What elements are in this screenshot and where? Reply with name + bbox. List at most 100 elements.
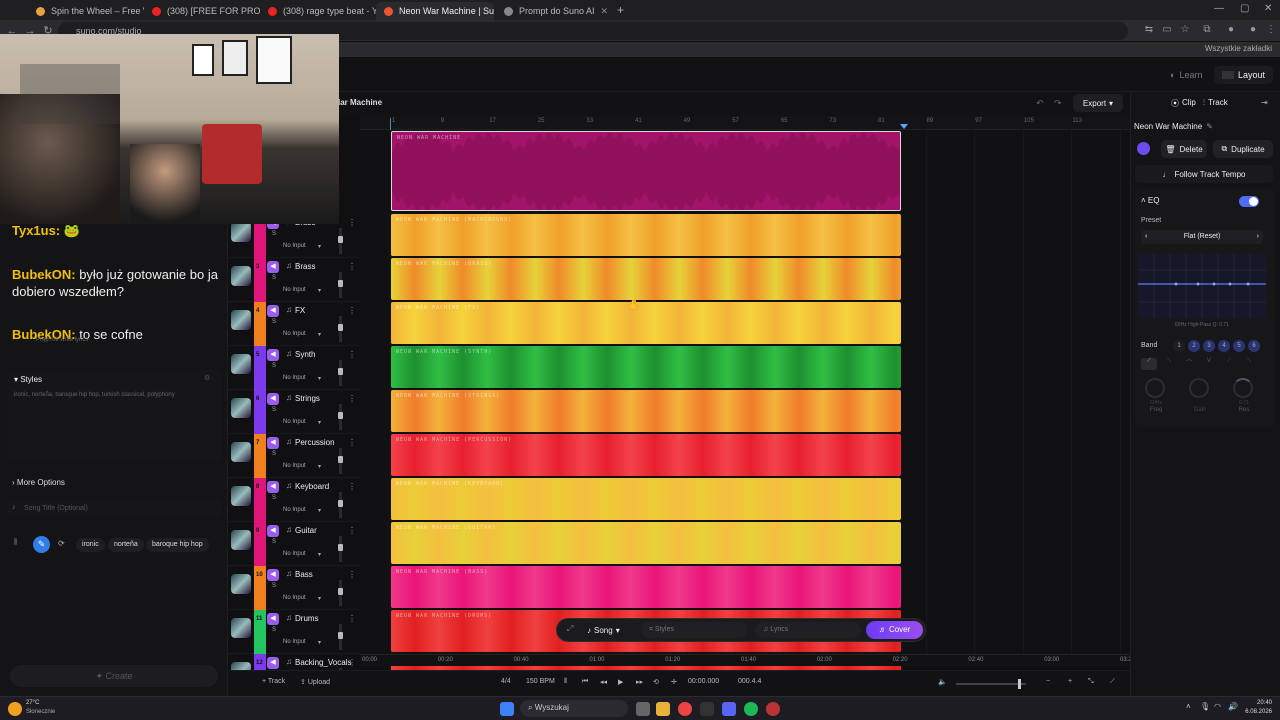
res-knob[interactable]: [1233, 378, 1253, 398]
styles-settings-icon[interactable]: ⚙: [204, 374, 210, 382]
clip-color-swatch[interactable]: [1137, 142, 1150, 155]
extensions-icon[interactable]: ⧉: [1200, 24, 1214, 38]
solo-button[interactable]: S: [272, 319, 276, 325]
export-button[interactable]: Export ▾: [1073, 94, 1123, 112]
track-row[interactable]: 9 ◀ ♫ Guitar ⋮ S No Input ▾: [228, 522, 360, 566]
band-button[interactable]: 6: [1248, 340, 1260, 352]
bookmark-star-icon[interactable]: ☆: [1178, 24, 1192, 38]
input-select[interactable]: No Input: [283, 507, 306, 513]
track-menu-icon[interactable]: ⋮: [348, 526, 356, 535]
solo-button[interactable]: S: [272, 495, 276, 501]
track-name[interactable]: Strings: [295, 394, 320, 403]
lyrics-hint[interactable]: Prep me write lyrics: [36, 337, 88, 343]
undo-icon[interactable]: ↶: [1036, 98, 1044, 109]
stem-clip[interactable]: NEON WAR MACHINE (BASS): [391, 566, 901, 608]
track-name[interactable]: Drums: [295, 614, 319, 623]
solo-button[interactable]: S: [272, 275, 276, 281]
fader-handle[interactable]: [338, 324, 343, 331]
track-row[interactable]: 7 ◀ ♫ Percussion ⋮ S No Input ▾: [228, 434, 360, 478]
band-button[interactable]: 4: [1218, 340, 1230, 352]
weather-icon[interactable]: [8, 702, 22, 716]
speaker-icon[interactable]: ◀: [267, 569, 279, 581]
gain-knob[interactable]: [1189, 378, 1209, 398]
fader-handle[interactable]: [338, 236, 343, 243]
clip-tab[interactable]: ⦿ Clip: [1171, 98, 1196, 109]
track-thumbnail[interactable]: [231, 486, 251, 506]
style-chip[interactable]: norteña: [108, 538, 144, 552]
track-menu-icon[interactable]: ⋮: [348, 438, 356, 447]
track-menu-icon[interactable]: ⋮: [348, 262, 356, 271]
chevron-down-icon[interactable]: ▾: [318, 331, 321, 338]
fader-handle[interactable]: [338, 588, 343, 595]
delete-button[interactable]: 🗑 Delete: [1161, 140, 1207, 158]
zoom-fit-icon[interactable]: ⤡: [1088, 678, 1094, 686]
song-mode-select[interactable]: ♪ Song ▾: [587, 623, 620, 637]
solo-button[interactable]: S: [272, 407, 276, 413]
wand-icon[interactable]: ✎: [33, 536, 50, 553]
fader-handle[interactable]: [338, 500, 343, 507]
solo-button[interactable]: S: [272, 363, 276, 369]
chevron-down-icon[interactable]: ▾: [318, 287, 321, 294]
fader-handle[interactable]: [338, 544, 343, 551]
track-menu-icon[interactable]: ⋮: [348, 614, 356, 623]
input-select[interactable]: No Input: [283, 639, 306, 645]
speaker-icon[interactable]: ◀: [267, 393, 279, 405]
eq-switch[interactable]: [1239, 196, 1259, 207]
track-volume-fader[interactable]: [338, 624, 343, 650]
stem-clip[interactable]: NEON WAR MACHINE (STRINGS): [391, 390, 901, 432]
zoom-in-icon[interactable]: +: [1068, 678, 1072, 685]
chevron-down-icon[interactable]: ▾: [318, 375, 321, 382]
track-name[interactable]: Guitar: [295, 526, 317, 535]
track-menu-icon[interactable]: ⋮: [348, 306, 356, 315]
track-volume-fader[interactable]: [338, 492, 343, 518]
track-name[interactable]: Keyboard: [295, 482, 329, 491]
fast-forward-icon[interactable]: ▸▸: [636, 678, 643, 686]
track-row[interactable]: 5 ◀ ♫ Synth ⋮ S No Input ▾: [228, 346, 360, 390]
task-view-icon[interactable]: [636, 702, 650, 716]
tray-chevron-icon[interactable]: ˄: [1186, 702, 1191, 711]
minimize-icon[interactable]: —: [1214, 3, 1224, 14]
metronome-icon[interactable]: ⦀: [564, 678, 567, 686]
chevron-down-icon[interactable]: ▾: [318, 595, 321, 602]
cover-button[interactable]: ♬ Cover: [866, 621, 923, 639]
close-tab-icon[interactable]: ✕: [601, 6, 609, 17]
follow-tempo-button[interactable]: ♩ Follow Track Tempo: [1135, 165, 1273, 183]
profile-icon[interactable]: ●: [1224, 24, 1238, 38]
input-select[interactable]: No Input: [283, 595, 306, 601]
track-name[interactable]: FX: [295, 306, 305, 315]
track-volume-fader[interactable]: [338, 536, 343, 562]
input-select[interactable]: No Input: [283, 375, 306, 381]
arrangement-area[interactable]: NEON WAR MACHINE NEON WAR MACHINE (BACKGR…: [360, 130, 1130, 696]
speaker-icon[interactable]: ◀: [267, 613, 279, 625]
lyrics-input[interactable]: ♫ Lyrics: [755, 622, 861, 638]
track-menu-icon[interactable]: ⋮: [348, 394, 356, 403]
main-audio-clip[interactable]: NEON WAR MACHINE: [391, 131, 901, 211]
bpm-display[interactable]: 150 BPM: [526, 678, 555, 685]
track-volume-fader[interactable]: [338, 228, 343, 254]
file-explorer-icon[interactable]: [656, 702, 670, 716]
track-volume-fader[interactable]: [338, 404, 343, 430]
input-select[interactable]: No Input: [283, 287, 306, 293]
track-thumbnail[interactable]: [231, 354, 251, 374]
wifi-icon[interactable]: ◠: [1214, 702, 1221, 711]
upload-button[interactable]: ⇪ Upload: [300, 678, 330, 686]
menu-dots-icon[interactable]: ⋮: [1264, 24, 1278, 38]
eq-curve-graph[interactable]: [1138, 254, 1266, 318]
notch-filter-icon[interactable]: V: [1201, 358, 1217, 370]
bar-ruler[interactable]: 1 9 17 25 33 41 49 57 65 73 81 89 97 105 113: [360, 116, 1130, 130]
zoom-out-icon[interactable]: −: [1046, 678, 1050, 685]
app-icon[interactable]: [766, 702, 780, 716]
input-select[interactable]: No Input: [283, 463, 306, 469]
track-name[interactable]: Bass: [295, 570, 313, 579]
track-row[interactable]: 8 ◀ ♫ Keyboard ⋮ S No Input ▾: [228, 478, 360, 522]
track-volume-fader[interactable]: [338, 272, 343, 298]
speaker-icon[interactable]: ◀: [267, 349, 279, 361]
chevron-down-icon[interactable]: ▾: [318, 507, 321, 514]
all-bookmarks-link[interactable]: Wszystkie zakładki: [1205, 44, 1272, 53]
solo-button[interactable]: S: [272, 627, 276, 633]
track-name[interactable]: Brass: [295, 262, 315, 271]
speaker-icon[interactable]: ◀: [267, 657, 279, 669]
track-thumbnail[interactable]: [231, 310, 251, 330]
style-chip[interactable]: ironic: [76, 538, 105, 552]
project-title[interactable]: lar Machine: [338, 98, 382, 107]
